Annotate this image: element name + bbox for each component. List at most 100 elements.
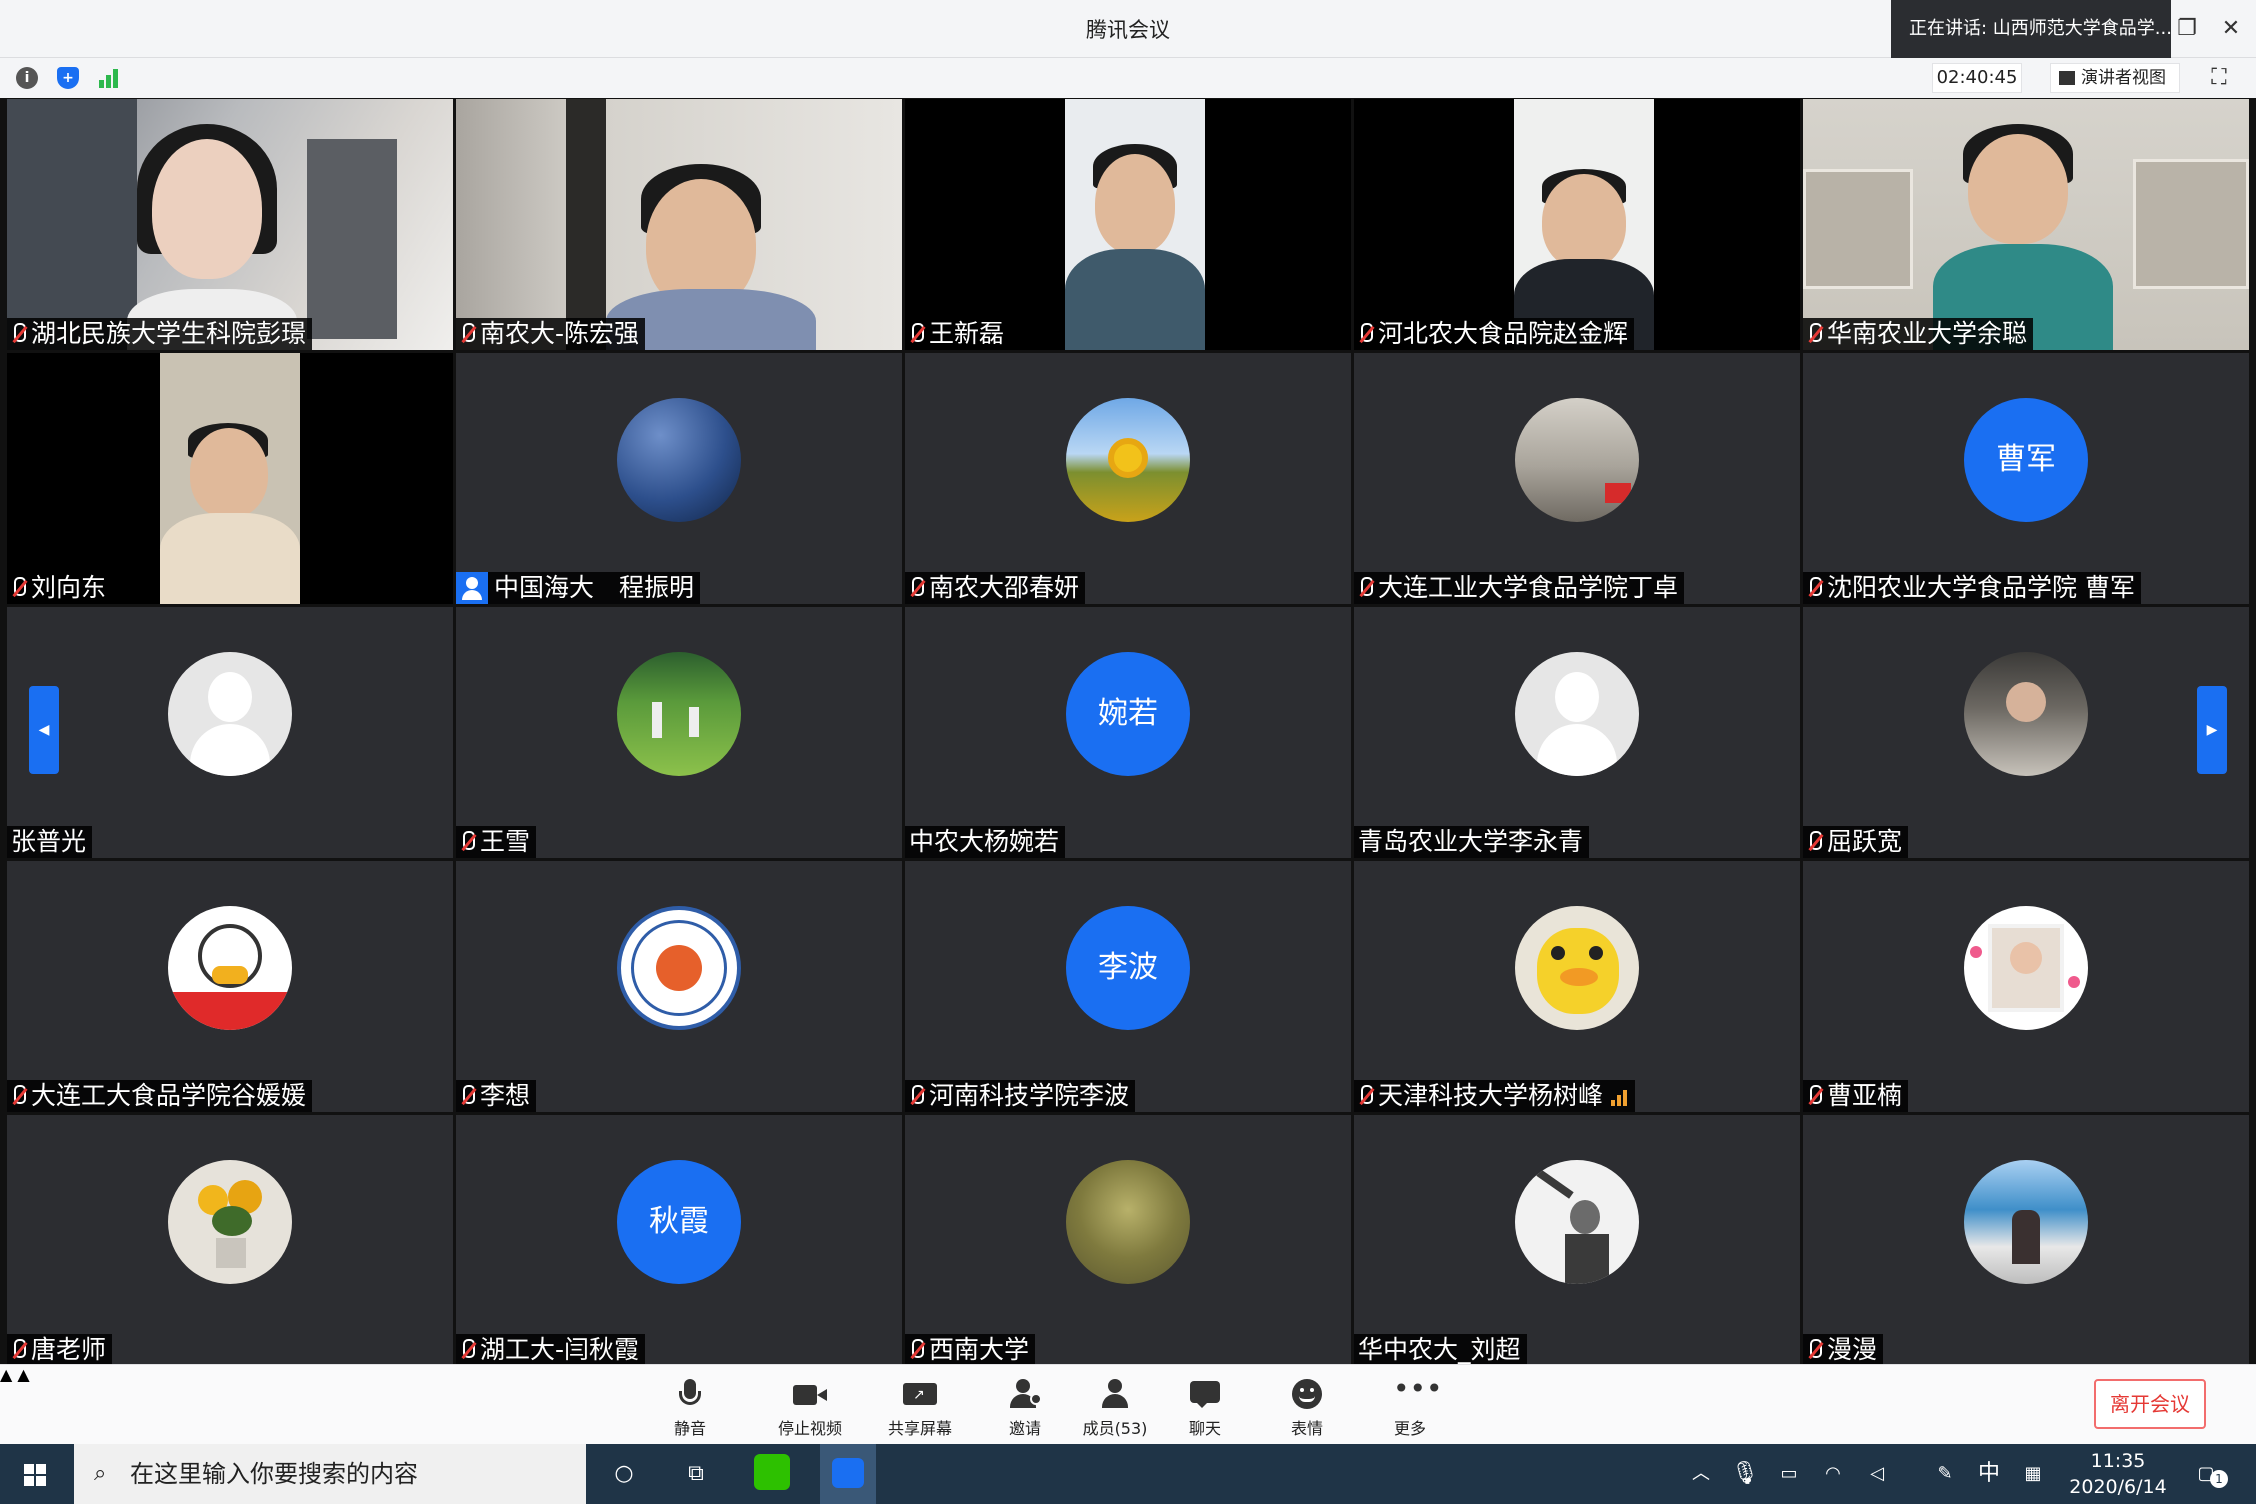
mic-muted-icon — [460, 323, 475, 345]
participant-name: 曹亚楠 — [1803, 1080, 1909, 1112]
leave-meeting-button[interactable]: 离开会议 — [2094, 1379, 2206, 1429]
taskbar-clock[interactable]: 11:35 2020/6/14 — [2058, 1448, 2178, 1500]
next-page-button[interactable]: ▶ — [2197, 686, 2227, 774]
participant-tile[interactable]: 天津科技大学杨树峰 — [1354, 861, 1800, 1112]
participant-avatar — [168, 906, 292, 1030]
mic-muted-icon — [11, 1085, 26, 1107]
audio-options-caret[interactable]: ▲ — [0, 1365, 12, 1384]
camera-icon — [793, 1379, 827, 1409]
participant-name: 青岛农业大学李永青 — [1354, 826, 1590, 858]
participant-name: 唐老师 — [7, 1334, 113, 1366]
ime-indicator[interactable]: 中 — [1974, 1444, 2004, 1504]
chat-icon — [1188, 1379, 1222, 1409]
participant-tile[interactable]: 湖北民族大学生科院彭璟 — [7, 99, 453, 350]
task-view-icon[interactable]: ⧉ — [676, 1444, 716, 1504]
fullscreen-icon[interactable]: ⛶ — [2206, 65, 2232, 91]
participant-name: 南农大-陈宏强 — [456, 318, 646, 350]
participant-tile[interactable]: 大连工业大学食品学院丁卓 — [1354, 353, 1800, 604]
phone-user-icon — [456, 572, 488, 604]
participant-tile[interactable]: 南农大邵春妍 — [905, 353, 1351, 604]
participant-name: 漫漫 — [1803, 1334, 1884, 1366]
tray-expand-icon[interactable]: ︿ — [1686, 1444, 1716, 1504]
participant-tile[interactable]: 中国海大 程振明 — [456, 353, 902, 604]
more-button[interactable]: ••• 更多 — [1380, 1365, 1443, 1445]
participant-tile[interactable]: 曹亚楠 — [1803, 861, 2249, 1112]
battery-icon[interactable]: ▭ — [1774, 1444, 1804, 1504]
stop-video-button[interactable]: 停止视频 — [770, 1365, 850, 1445]
video-feed — [7, 99, 453, 350]
mic-muted-icon — [1807, 323, 1822, 345]
reactions-button[interactable]: 表情 — [1277, 1365, 1337, 1445]
mic-muted-icon — [1358, 1085, 1373, 1107]
participant-tile[interactable]: 南农大-陈宏强 — [456, 99, 902, 350]
meeting-toolbar: 静音 ▲ 停止视频 ▲ ↗ 共享屏幕 邀请 成员(53) 聊天 表情 ••• 更… — [0, 1364, 2256, 1444]
participant-name: 中农大杨婉若 — [905, 826, 1066, 858]
participant-avatar — [617, 652, 741, 776]
video-feed — [1065, 99, 1205, 350]
participant-tile[interactable]: 王新磊 — [905, 99, 1351, 350]
emoji-icon — [1290, 1379, 1324, 1409]
participant-name: 刘向东 — [7, 572, 113, 604]
participant-tile[interactable]: 曹军 沈阳农业大学食品学院 曹军 — [1803, 353, 2249, 604]
prev-page-button[interactable]: ◀ — [29, 686, 59, 774]
pen-icon[interactable]: ✎ — [1930, 1444, 1960, 1504]
video-options-caret[interactable]: ▲ — [17, 1365, 29, 1384]
participant-avatar — [1964, 652, 2088, 776]
notification-center-button[interactable]: ▢ 1 — [2186, 1444, 2228, 1504]
participant-tile[interactable]: 华中农大_刘超 — [1354, 1115, 1800, 1366]
speaker-view-button[interactable]: 演讲者视图 — [2050, 63, 2180, 93]
windows-start-button[interactable] — [0, 1444, 72, 1504]
participant-name: 张普光 — [7, 826, 93, 858]
participant-avatar — [1515, 906, 1639, 1030]
participant-tile[interactable]: 婉若 中农大杨婉若 — [905, 607, 1351, 858]
info-icon[interactable]: i — [16, 67, 38, 89]
participant-tile[interactable]: 华南农业大学余聪 — [1803, 99, 2249, 350]
participant-tile[interactable]: 西南大学 — [905, 1115, 1351, 1366]
participant-tile[interactable]: 大连工大食品学院谷媛媛 — [7, 861, 453, 1112]
wifi-icon[interactable]: ◠ — [1818, 1444, 1848, 1504]
mute-button[interactable]: 静音 — [660, 1365, 720, 1445]
participant-name: 屈跃宽 — [1803, 826, 1909, 858]
restore-icon[interactable]: ❐ — [2170, 12, 2204, 46]
participant-tile[interactable]: 青岛农业大学李永青 — [1354, 607, 1800, 858]
participant-avatar — [1066, 398, 1190, 522]
mic-muted-icon — [460, 831, 475, 853]
participant-tile[interactable]: 屈跃宽 — [1803, 607, 2249, 858]
participant-tile[interactable]: 李想 — [456, 861, 902, 1112]
wechat-taskbar-icon[interactable] — [748, 1444, 796, 1504]
share-screen-button[interactable]: ↗ 共享屏幕 — [880, 1365, 960, 1445]
participant-avatar — [1515, 1160, 1639, 1284]
participant-tile[interactable]: 张普光 — [7, 607, 453, 858]
participant-tile[interactable]: 王雪 — [456, 607, 902, 858]
participant-tile[interactable]: 唐老师 — [7, 1115, 453, 1366]
chat-button[interactable]: 聊天 — [1175, 1365, 1235, 1445]
view-icon — [2059, 71, 2075, 85]
taskbar-search-input[interactable]: ⌕ 在这里输入你要搜索的内容 — [74, 1444, 586, 1504]
invite-button[interactable]: 邀请 — [990, 1365, 1060, 1445]
participant-avatar — [617, 906, 741, 1030]
participant-tile[interactable]: 河北农大食品院赵金辉 — [1354, 99, 1800, 350]
members-button[interactable]: 成员(53) — [1075, 1365, 1155, 1445]
participant-tile[interactable]: 漫漫 — [1803, 1115, 2249, 1366]
participant-tile[interactable]: 秋霞 湖工大-闫秋霞 — [456, 1115, 902, 1366]
window-titlebar: 腾讯会议 正在讲话: 山西师范大学食品学... ❐ ✕ — [0, 0, 2256, 58]
tencent-meeting-taskbar-icon[interactable] — [820, 1444, 876, 1504]
keyboard-icon[interactable]: ▦ — [2018, 1444, 2048, 1504]
volume-icon[interactable]: ◁ — [1862, 1444, 1892, 1504]
participant-avatar — [1066, 1160, 1190, 1284]
participant-name: 河北农大食品院赵金辉 — [1354, 318, 1635, 350]
tray-mic-icon[interactable]: 🎙 — [1730, 1444, 1760, 1504]
signal-icon[interactable] — [99, 68, 121, 88]
shield-icon[interactable]: + — [57, 67, 79, 89]
participant-name: 中国海大 程振明 — [456, 572, 701, 604]
participant-avatar: 秋霞 — [617, 1160, 741, 1284]
cortana-icon[interactable]: ○ — [604, 1444, 644, 1504]
participant-avatar — [1515, 398, 1639, 522]
meeting-timer: 02:40:45 — [1932, 63, 2022, 93]
mic-muted-icon — [909, 577, 924, 599]
close-icon[interactable]: ✕ — [2214, 12, 2248, 46]
participant-tile[interactable]: 李波 河南科技学院李波 — [905, 861, 1351, 1112]
mic-muted-icon — [1358, 577, 1373, 599]
participant-tile[interactable]: 刘向东 — [7, 353, 453, 604]
mic-muted-icon — [1358, 323, 1373, 345]
